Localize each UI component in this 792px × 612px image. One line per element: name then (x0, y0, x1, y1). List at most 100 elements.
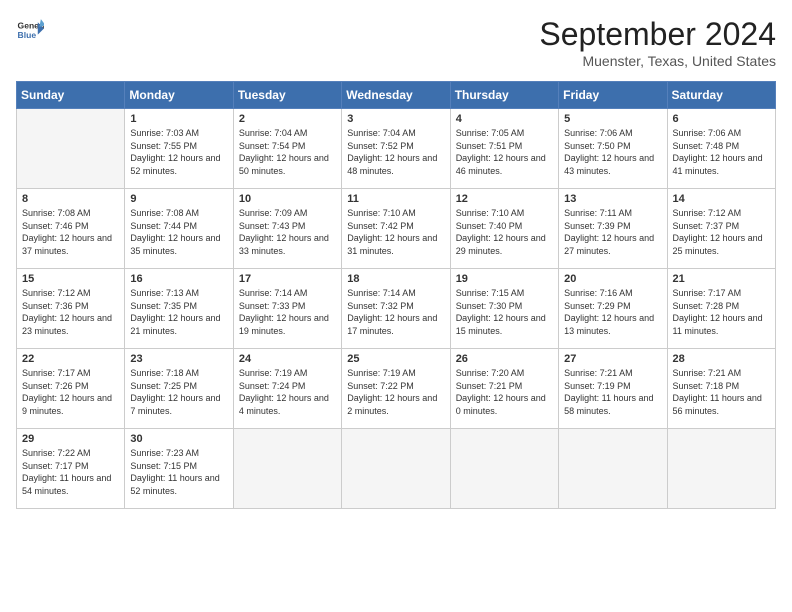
calendar-cell: 5 Sunrise: 7:06 AMSunset: 7:50 PMDaylight… (559, 109, 667, 189)
calendar-cell: 15 Sunrise: 7:12 AMSunset: 7:36 PMDayligh… (17, 269, 125, 349)
calendar-cell: 21 Sunrise: 7:17 AMSunset: 7:28 PMDayligh… (667, 269, 775, 349)
calendar-cell: 30 Sunrise: 7:23 AMSunset: 7:15 PMDayligh… (125, 429, 233, 509)
header-row: Sunday Monday Tuesday Wednesday Thursday… (17, 82, 776, 109)
col-thursday: Thursday (450, 82, 558, 109)
day-detail: Sunrise: 7:04 AMSunset: 7:52 PMDaylight:… (347, 127, 444, 177)
col-tuesday: Tuesday (233, 82, 341, 109)
day-number: 26 (456, 353, 553, 365)
day-detail: Sunrise: 7:14 AMSunset: 7:33 PMDaylight:… (239, 287, 336, 337)
calendar-week-5: 29Sunrise: 7:22 AMSunset: 7:17 PMDayligh… (17, 429, 776, 509)
day-number: 9 (130, 193, 227, 205)
day-detail: Sunrise: 7:20 AMSunset: 7:21 PMDaylight:… (456, 367, 553, 417)
day-detail: Sunrise: 7:12 AMSunset: 7:36 PMDaylight:… (22, 287, 119, 337)
calendar-cell: 13 Sunrise: 7:11 AMSunset: 7:39 PMDayligh… (559, 189, 667, 269)
calendar-cell (342, 429, 450, 509)
calendar-cell: 25 Sunrise: 7:19 AMSunset: 7:22 PMDayligh… (342, 349, 450, 429)
calendar-cell: 20 Sunrise: 7:16 AMSunset: 7:29 PMDayligh… (559, 269, 667, 349)
calendar-cell: 22 Sunrise: 7:17 AMSunset: 7:26 PMDayligh… (17, 349, 125, 429)
calendar-cell (450, 429, 558, 509)
svg-text:Blue: Blue (18, 30, 37, 40)
day-detail: Sunrise: 7:11 AMSunset: 7:39 PMDaylight:… (564, 207, 661, 257)
day-detail: Sunrise: 7:19 AMSunset: 7:24 PMDaylight:… (239, 367, 336, 417)
col-wednesday: Wednesday (342, 82, 450, 109)
col-sunday: Sunday (17, 82, 125, 109)
calendar-cell: 18 Sunrise: 7:14 AMSunset: 7:32 PMDayligh… (342, 269, 450, 349)
day-detail: Sunrise: 7:12 AMSunset: 7:37 PMDaylight:… (673, 207, 770, 257)
calendar-cell (17, 109, 125, 189)
day-number: 14 (673, 193, 770, 205)
day-detail: Sunrise: 7:15 AMSunset: 7:30 PMDaylight:… (456, 287, 553, 337)
day-number: 2 (239, 113, 336, 125)
calendar-title: September 2024 (539, 16, 776, 53)
day-detail: Sunrise: 7:21 AMSunset: 7:18 PMDaylight:… (673, 367, 770, 417)
day-number: 8 (22, 193, 119, 205)
day-detail: Sunrise: 7:10 AMSunset: 7:40 PMDaylight:… (456, 207, 553, 257)
page-header: General Blue September 2024 Muenster, Te… (16, 16, 776, 69)
day-number: 11 (347, 193, 444, 205)
calendar-week-2: 8 Sunrise: 7:08 AMSunset: 7:46 PMDaylight… (17, 189, 776, 269)
day-number: 18 (347, 273, 444, 285)
day-detail: Sunrise: 7:04 AMSunset: 7:54 PMDaylight:… (239, 127, 336, 177)
calendar-cell: 28 Sunrise: 7:21 AMSunset: 7:18 PMDayligh… (667, 349, 775, 429)
calendar-cell: 26 Sunrise: 7:20 AMSunset: 7:21 PMDayligh… (450, 349, 558, 429)
calendar-cell: 19Sunrise: 7:15 AMSunset: 7:30 PMDayligh… (450, 269, 558, 349)
day-number: 12 (456, 193, 553, 205)
day-detail: Sunrise: 7:06 AMSunset: 7:50 PMDaylight:… (564, 127, 661, 177)
day-number: 3 (347, 113, 444, 125)
day-detail: Sunrise: 7:23 AMSunset: 7:15 PMDaylight:… (130, 447, 227, 497)
calendar-cell: 23Sunrise: 7:18 AMSunset: 7:25 PMDayligh… (125, 349, 233, 429)
day-number: 15 (22, 273, 119, 285)
day-number: 30 (130, 433, 227, 445)
calendar-cell: 4Sunrise: 7:05 AMSunset: 7:51 PMDaylight… (450, 109, 558, 189)
calendar-cell: 2 Sunrise: 7:04 AMSunset: 7:54 PMDaylight… (233, 109, 341, 189)
calendar-week-1: 1 Sunrise: 7:03 AMSunset: 7:55 PMDaylight… (17, 109, 776, 189)
day-detail: Sunrise: 7:17 AMSunset: 7:28 PMDaylight:… (673, 287, 770, 337)
day-number: 5 (564, 113, 661, 125)
day-number: 23 (130, 353, 227, 365)
calendar-subtitle: Muenster, Texas, United States (539, 53, 776, 69)
day-detail: Sunrise: 7:14 AMSunset: 7:32 PMDaylight:… (347, 287, 444, 337)
day-number: 10 (239, 193, 336, 205)
day-detail: Sunrise: 7:08 AMSunset: 7:44 PMDaylight:… (130, 207, 227, 257)
day-number: 27 (564, 353, 661, 365)
calendar-cell: 29Sunrise: 7:22 AMSunset: 7:17 PMDayligh… (17, 429, 125, 509)
logo: General Blue (16, 16, 44, 44)
day-number: 25 (347, 353, 444, 365)
title-section: September 2024 Muenster, Texas, United S… (539, 16, 776, 69)
day-number: 17 (239, 273, 336, 285)
calendar-cell: 27 Sunrise: 7:21 AMSunset: 7:19 PMDayligh… (559, 349, 667, 429)
day-detail: Sunrise: 7:21 AMSunset: 7:19 PMDaylight:… (564, 367, 661, 417)
calendar-week-4: 22 Sunrise: 7:17 AMSunset: 7:26 PMDayligh… (17, 349, 776, 429)
day-number: 21 (673, 273, 770, 285)
day-detail: Sunrise: 7:22 AMSunset: 7:17 PMDaylight:… (22, 447, 119, 497)
calendar-cell: 17 Sunrise: 7:14 AMSunset: 7:33 PMDayligh… (233, 269, 341, 349)
day-detail: Sunrise: 7:09 AMSunset: 7:43 PMDaylight:… (239, 207, 336, 257)
day-number: 28 (673, 353, 770, 365)
day-detail: Sunrise: 7:05 AMSunset: 7:51 PMDaylight:… (456, 127, 553, 177)
day-number: 20 (564, 273, 661, 285)
calendar-cell (233, 429, 341, 509)
day-number: 16 (130, 273, 227, 285)
day-detail: Sunrise: 7:08 AMSunset: 7:46 PMDaylight:… (22, 207, 119, 257)
day-number: 13 (564, 193, 661, 205)
day-detail: Sunrise: 7:03 AMSunset: 7:55 PMDaylight:… (130, 127, 227, 177)
day-detail: Sunrise: 7:17 AMSunset: 7:26 PMDaylight:… (22, 367, 119, 417)
col-monday: Monday (125, 82, 233, 109)
calendar-cell: 9 Sunrise: 7:08 AMSunset: 7:44 PMDaylight… (125, 189, 233, 269)
calendar-cell: 10 Sunrise: 7:09 AMSunset: 7:43 PMDayligh… (233, 189, 341, 269)
col-friday: Friday (559, 82, 667, 109)
day-detail: Sunrise: 7:06 AMSunset: 7:48 PMDaylight:… (673, 127, 770, 177)
day-number: 1 (130, 113, 227, 125)
day-number: 22 (22, 353, 119, 365)
day-detail: Sunrise: 7:16 AMSunset: 7:29 PMDaylight:… (564, 287, 661, 337)
calendar-cell: 11Sunrise: 7:10 AMSunset: 7:42 PMDayligh… (342, 189, 450, 269)
calendar-cell (559, 429, 667, 509)
calendar-cell: 1 Sunrise: 7:03 AMSunset: 7:55 PMDaylight… (125, 109, 233, 189)
day-number: 6 (673, 113, 770, 125)
calendar-cell: 16Sunrise: 7:13 AMSunset: 7:35 PMDayligh… (125, 269, 233, 349)
calendar-table: Sunday Monday Tuesday Wednesday Thursday… (16, 81, 776, 509)
calendar-cell: 3 Sunrise: 7:04 AMSunset: 7:52 PMDaylight… (342, 109, 450, 189)
calendar-cell (667, 429, 775, 509)
day-detail: Sunrise: 7:19 AMSunset: 7:22 PMDaylight:… (347, 367, 444, 417)
calendar-cell: 14 Sunrise: 7:12 AMSunset: 7:37 PMDayligh… (667, 189, 775, 269)
